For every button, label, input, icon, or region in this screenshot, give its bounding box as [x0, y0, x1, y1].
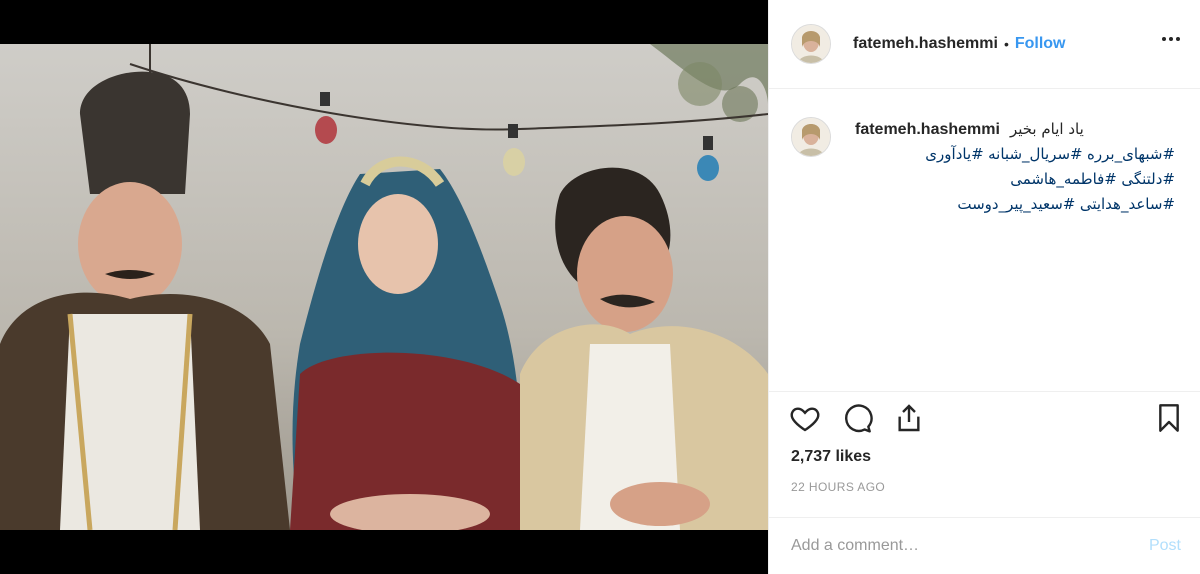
hashtag-link[interactable]: #دلتنگی	[1121, 170, 1175, 188]
hashtag-link[interactable]: #سعید_پیر_دوست	[957, 195, 1075, 213]
bookmark-icon[interactable]	[1153, 402, 1185, 439]
post-header: fatemeh.hashemmi • Follow	[769, 0, 1200, 89]
action-bar	[769, 391, 1200, 448]
hashtag-line: #ساعد_هدایتی #سعید_پیر_دوست	[855, 192, 1175, 217]
caption-body: fatemeh.hashemmi یاد ایام بخیر #شبهای_بر…	[855, 117, 1175, 392]
header-username[interactable]: fatemeh.hashemmi	[853, 35, 998, 53]
caption-text: یاد ایام بخیر	[1009, 120, 1084, 138]
share-icon[interactable]	[893, 402, 925, 439]
hashtag-link[interactable]: #شبهای_برره	[1087, 145, 1175, 163]
post-timestamp[interactable]: 22 HOURS AGO	[791, 480, 885, 494]
caption-avatar-image	[792, 118, 830, 156]
post-side-panel: fatemeh.hashemmi • Follow fatemeh.hashem…	[768, 0, 1200, 574]
likes-count[interactable]: 2,737 likes	[791, 448, 871, 466]
comment-icon[interactable]	[841, 402, 873, 439]
photo-pane	[0, 0, 768, 574]
caption-username[interactable]: fatemeh.hashemmi	[855, 118, 1000, 142]
hashtag-link[interactable]: #یادآوری	[925, 145, 983, 163]
separator-dot: •	[1003, 36, 1009, 52]
hashtag-link[interactable]: #فاطمه_هاشمی	[1010, 170, 1117, 188]
hashtag-line: #دلتنگی #فاطمه_هاشمی	[855, 167, 1175, 192]
caption-avatar[interactable]	[791, 117, 831, 157]
follow-button[interactable]: Follow	[1015, 35, 1066, 53]
post-comment-button[interactable]: Post	[1149, 537, 1181, 555]
hashtag-link[interactable]: #ساعد_هدایتی	[1080, 195, 1175, 213]
hashtag-link[interactable]: #سریال_شبانه	[988, 145, 1082, 163]
hashtag-line: #شبهای_برره #سریال_شبانه #یادآوری	[855, 142, 1175, 167]
post-photo-illustration	[0, 44, 768, 530]
avatar-image	[792, 25, 830, 63]
post-photo[interactable]	[0, 44, 768, 530]
heart-icon[interactable]	[789, 402, 821, 439]
more-horizontal-icon[interactable]	[1162, 37, 1180, 41]
caption-hashtags: #شبهای_برره #سریال_شبانه #یادآوری #دلتنگی…	[855, 142, 1175, 217]
caption: fatemeh.hashemmi یاد ایام بخیر #شبهای_بر…	[791, 117, 1181, 392]
comment-box: Post	[769, 517, 1200, 574]
avatar[interactable]	[791, 24, 831, 64]
comment-input[interactable]	[791, 532, 1121, 560]
caption-first-line: fatemeh.hashemmi یاد ایام بخیر	[855, 117, 1175, 142]
